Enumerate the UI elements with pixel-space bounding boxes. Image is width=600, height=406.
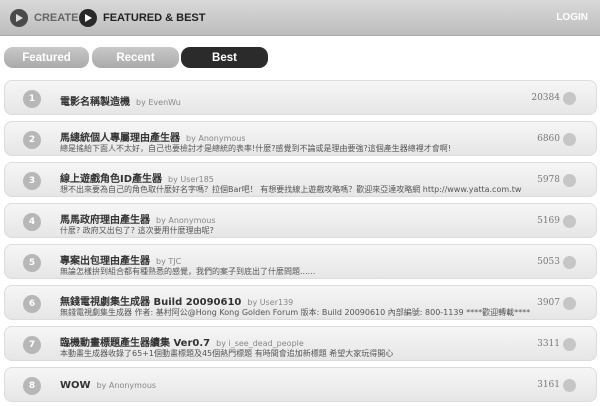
- list-item[interactable]: 8 WOW by Anonymous 3161: [4, 367, 597, 402]
- item-description: 本動畫生成器收錄了65+1個動畫標題及45個熱門標題 有時間會追加新標題 希望大…: [60, 349, 394, 358]
- top-bar: CREATE FEATURED & BEST LOGIN: [0, 0, 600, 36]
- login-link[interactable]: LOGIN: [556, 12, 588, 23]
- item-count: 5053: [537, 257, 560, 267]
- item-description: 總是搖給下面人不太好，自己也要檢討才是總統的表率!什麼?感覺到不論或是理由要強?…: [60, 144, 451, 153]
- rank-badge: 7: [23, 336, 41, 354]
- rank-badge: 1: [23, 90, 41, 108]
- item-title-line: 馬馬政府理由產生器 by Anonymous: [60, 211, 216, 226]
- item-count: 3907: [537, 298, 560, 308]
- user-icon: [563, 133, 576, 146]
- item-description: 什麼? 政府又出包了? 這次要用什麼理由呢?: [60, 226, 214, 235]
- list-item[interactable]: 4 馬馬政府理由產生器 by Anonymous 什麼? 政府又出包了? 這次要用…: [4, 203, 597, 238]
- user-icon: [563, 215, 576, 228]
- user-icon: [563, 256, 576, 269]
- item-author[interactable]: by TJC: [156, 257, 181, 266]
- item-author[interactable]: by Anonymous: [186, 134, 246, 143]
- item-author[interactable]: by i_see_dead_people: [216, 339, 304, 348]
- item-count: 20384: [531, 93, 560, 103]
- play-icon: [79, 9, 97, 27]
- rank-badge: 4: [23, 213, 41, 231]
- item-description: 無論怎樣拚到組合都有種熟悉的感覺，我們的案子到底出了什麼問題......: [60, 267, 316, 276]
- item-title-line: WOW by Anonymous: [60, 380, 156, 391]
- tab-recent[interactable]: Recent: [92, 47, 179, 68]
- user-icon: [563, 379, 576, 392]
- item-author[interactable]: by Anonymous: [156, 216, 216, 225]
- item-title[interactable]: WOW: [60, 380, 91, 391]
- item-title-line: 馬總統個人專屬理由產生器 by Anonymous: [60, 129, 246, 144]
- item-title-line: 電影名稱製造機 by EvenWu: [60, 93, 181, 108]
- featured-best-link[interactable]: FEATURED & BEST: [103, 12, 205, 24]
- play-icon: [10, 9, 28, 27]
- item-title-line: 臨機動畫標題產生器續集 Ver0.7 by i_see_dead_people: [60, 334, 304, 349]
- item-count: 3161: [537, 380, 560, 390]
- user-icon: [563, 338, 576, 351]
- rank-badge: 5: [23, 254, 41, 272]
- rank-badge: 2: [23, 131, 41, 149]
- tab-bar: Featured Recent Best: [0, 47, 600, 69]
- item-author[interactable]: by Anonymous: [97, 381, 157, 390]
- item-description: 無錢電視劇集生成器 作者: 基村阿公@Hong Kong Golden Foru…: [60, 308, 531, 317]
- item-count: 6860: [537, 134, 560, 144]
- tab-best[interactable]: Best: [181, 47, 268, 68]
- create-link[interactable]: CREATE: [34, 12, 78, 24]
- rank-badge: 8: [23, 377, 41, 395]
- list-item[interactable]: 2 馬總統個人專屬理由產生器 by Anonymous 總是搖給下面人不太好，自己…: [4, 121, 597, 156]
- create-nav[interactable]: CREATE: [10, 8, 78, 28]
- user-icon: [563, 174, 576, 187]
- item-title[interactable]: 電影名稱製造機: [60, 97, 130, 108]
- item-author[interactable]: by EvenWu: [136, 98, 181, 107]
- user-icon: [563, 92, 576, 105]
- list-item[interactable]: 5 專案出包理由產生器 by TJC 無論怎樣拚到組合都有種熟悉的感覺，我們的案子…: [4, 244, 597, 279]
- item-author[interactable]: by User185: [168, 175, 214, 184]
- item-description: 想不出來要為自己的角色取什麼好名字嗎？拉個Bar吧！ 有想要找線上遊戲攻略嗎？歡…: [60, 185, 522, 194]
- item-count: 3311: [537, 339, 560, 349]
- item-count: 5978: [537, 175, 560, 185]
- list-item[interactable]: 1 電影名稱製造機 by EvenWu 20384: [4, 80, 597, 115]
- item-count: 5169: [537, 216, 560, 226]
- tab-featured[interactable]: Featured: [4, 47, 89, 68]
- list-item[interactable]: 7 臨機動畫標題產生器續集 Ver0.7 by i_see_dead_people…: [4, 326, 597, 361]
- item-author[interactable]: by User139: [247, 298, 293, 307]
- rank-badge: 6: [23, 295, 41, 313]
- featured-nav[interactable]: FEATURED & BEST: [79, 8, 205, 28]
- item-title-line: 無錢電視劇集生成器 Build 20090610 by User139: [60, 293, 293, 308]
- list-item[interactable]: 3 線上遊戲角色ID產生器 by User185 想不出來要為自己的角色取什麼好名…: [4, 162, 597, 197]
- rank-badge: 3: [23, 172, 41, 190]
- user-icon: [563, 297, 576, 310]
- item-title-line: 專案出包理由產生器 by TJC: [60, 252, 181, 267]
- item-title-line: 線上遊戲角色ID產生器 by User185: [60, 170, 214, 185]
- list-item[interactable]: 6 無錢電視劇集生成器 Build 20090610 by User139 無錢電…: [4, 285, 597, 320]
